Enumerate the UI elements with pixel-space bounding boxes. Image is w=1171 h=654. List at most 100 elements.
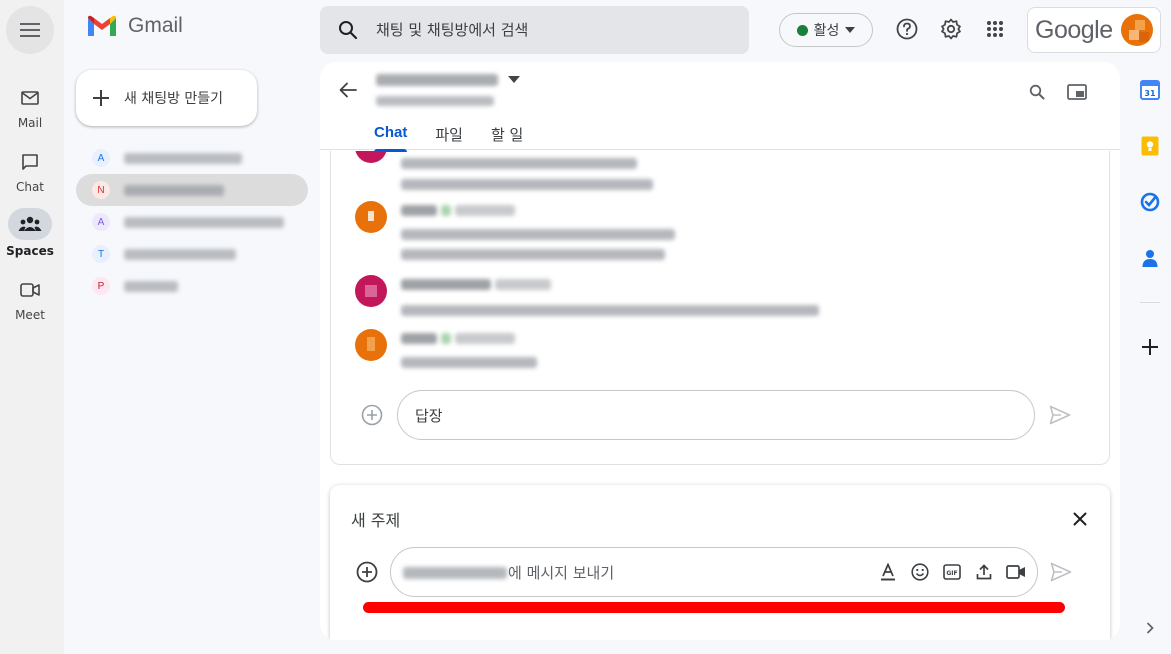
rail-item-label: Mail xyxy=(17,116,43,130)
search-icon[interactable] xyxy=(338,20,358,40)
calendar-app-button[interactable]: 31 xyxy=(1138,78,1162,102)
timestamp-redacted xyxy=(455,333,515,344)
tasks-app-button[interactable] xyxy=(1138,190,1162,214)
space-list-item[interactable]: P xyxy=(76,270,308,302)
format-text-button[interactable] xyxy=(877,561,899,583)
calendar-icon: 31 xyxy=(1140,80,1160,100)
caret-down-icon[interactable] xyxy=(508,76,520,83)
help-button[interactable] xyxy=(894,16,920,42)
rail-item-chat[interactable]: Chat xyxy=(0,148,60,194)
chat-tabs: Chat 파일 할 일 xyxy=(360,122,537,152)
popout-icon xyxy=(1067,84,1087,100)
contacts-app-button[interactable] xyxy=(1138,246,1162,270)
space-name-redacted xyxy=(124,280,178,292)
status-label: 활성 xyxy=(813,23,840,39)
gif-button[interactable]: GIF xyxy=(941,561,963,583)
rail-item-spaces[interactable]: Spaces xyxy=(0,208,60,258)
compose-toolbar: GIF xyxy=(877,561,1027,583)
tab-files[interactable]: 파일 xyxy=(421,122,477,152)
get-addons-button[interactable] xyxy=(1138,335,1162,359)
compose-row: 에 메시지 보내기 GIF xyxy=(356,547,1072,597)
gmail-logo[interactable]: Gmail xyxy=(86,14,183,38)
mail-icon xyxy=(8,84,52,112)
chat-icon xyxy=(8,148,52,176)
highlight-annotation xyxy=(363,602,1065,613)
message-text-redacted xyxy=(401,357,537,368)
caret-down-icon xyxy=(845,27,856,33)
rail-item-meet[interactable]: Meet xyxy=(0,276,60,322)
video-icon xyxy=(1006,565,1025,579)
upload-button[interactable] xyxy=(973,561,995,583)
message-list: 답장 xyxy=(330,151,1110,465)
external-badge xyxy=(441,205,451,216)
rail-item-mail[interactable]: Mail xyxy=(0,84,60,130)
divider xyxy=(1140,302,1160,303)
keep-app-button[interactable] xyxy=(1138,134,1162,158)
account-switcher[interactable]: Google xyxy=(1027,7,1161,53)
space-list-item[interactable]: T xyxy=(76,238,308,270)
space-list: A N A T P xyxy=(76,142,308,302)
sender-name-redacted xyxy=(401,333,437,344)
tab-tasks[interactable]: 할 일 xyxy=(477,122,537,152)
space-list-item-selected[interactable]: N xyxy=(76,174,308,206)
rail-item-label: Meet xyxy=(15,308,45,322)
new-space-button[interactable]: 새 채팅방 만들기 xyxy=(76,70,257,126)
add-circle-icon[interactable] xyxy=(356,561,378,583)
chat-header: Chat 파일 할 일 xyxy=(320,62,1120,152)
status-dropdown[interactable]: 활성 xyxy=(779,13,873,47)
send-icon[interactable] xyxy=(1050,562,1072,582)
space-avatar: P xyxy=(92,277,110,295)
search-icon xyxy=(1029,84,1045,100)
external-badge xyxy=(441,333,451,344)
space-list-item[interactable]: A xyxy=(76,142,308,174)
left-rail: Mail Chat Spaces Meet xyxy=(0,0,64,654)
settings-button[interactable] xyxy=(938,16,964,42)
svg-text:GIF: GIF xyxy=(946,570,957,577)
back-button[interactable] xyxy=(336,78,360,102)
tasks-icon xyxy=(1140,192,1160,212)
gmail-wordmark: Gmail xyxy=(128,14,183,37)
sender-name-redacted xyxy=(401,205,437,216)
reply-input[interactable]: 답장 xyxy=(397,390,1035,440)
expand-side-panel-button[interactable] xyxy=(1138,616,1162,640)
search-input[interactable] xyxy=(376,21,716,39)
close-button[interactable] xyxy=(1068,507,1092,531)
upload-icon xyxy=(976,564,992,580)
spaces-icon xyxy=(8,208,52,240)
sender-name-redacted xyxy=(401,279,491,290)
timestamp-redacted xyxy=(455,205,515,216)
menu-icon xyxy=(20,23,40,37)
emoji-icon xyxy=(911,563,929,581)
side-panel: 31 xyxy=(1128,62,1171,654)
gif-icon: GIF xyxy=(943,564,961,580)
apps-grid-icon xyxy=(987,21,1003,37)
emoji-button[interactable] xyxy=(909,561,931,583)
space-list-item[interactable]: A xyxy=(76,206,308,238)
help-icon xyxy=(896,18,918,40)
status-dot xyxy=(796,24,808,36)
arrow-left-icon xyxy=(339,82,357,98)
add-circle-icon[interactable] xyxy=(361,404,383,426)
video-meeting-button[interactable] xyxy=(1005,561,1027,583)
chat-panel: Chat 파일 할 일 답장 새 주제 에 메시지 보내기 GIF xyxy=(320,62,1120,640)
format-text-icon xyxy=(881,563,895,581)
search-bar[interactable] xyxy=(320,6,749,54)
avatar xyxy=(355,201,387,233)
compose-input[interactable]: 에 메시지 보내기 GIF xyxy=(390,547,1038,597)
new-topic-title: 새 주제 xyxy=(351,511,401,530)
open-popout-button[interactable] xyxy=(1065,80,1089,104)
message-text-redacted xyxy=(401,305,819,316)
space-title-redacted xyxy=(376,74,498,86)
main-menu-button[interactable] xyxy=(6,6,54,54)
apps-button[interactable] xyxy=(982,16,1008,42)
reply-row: 답장 xyxy=(361,390,1071,440)
timestamp-redacted xyxy=(495,279,551,290)
send-icon[interactable] xyxy=(1049,405,1071,425)
tab-chat[interactable]: Chat xyxy=(360,122,421,152)
close-icon xyxy=(1073,512,1087,526)
space-name-redacted xyxy=(124,152,242,164)
avatar[interactable] xyxy=(1120,14,1153,46)
search-in-chat-button[interactable] xyxy=(1025,80,1049,104)
message-text-redacted xyxy=(401,179,653,190)
chevron-right-icon xyxy=(1146,622,1154,634)
